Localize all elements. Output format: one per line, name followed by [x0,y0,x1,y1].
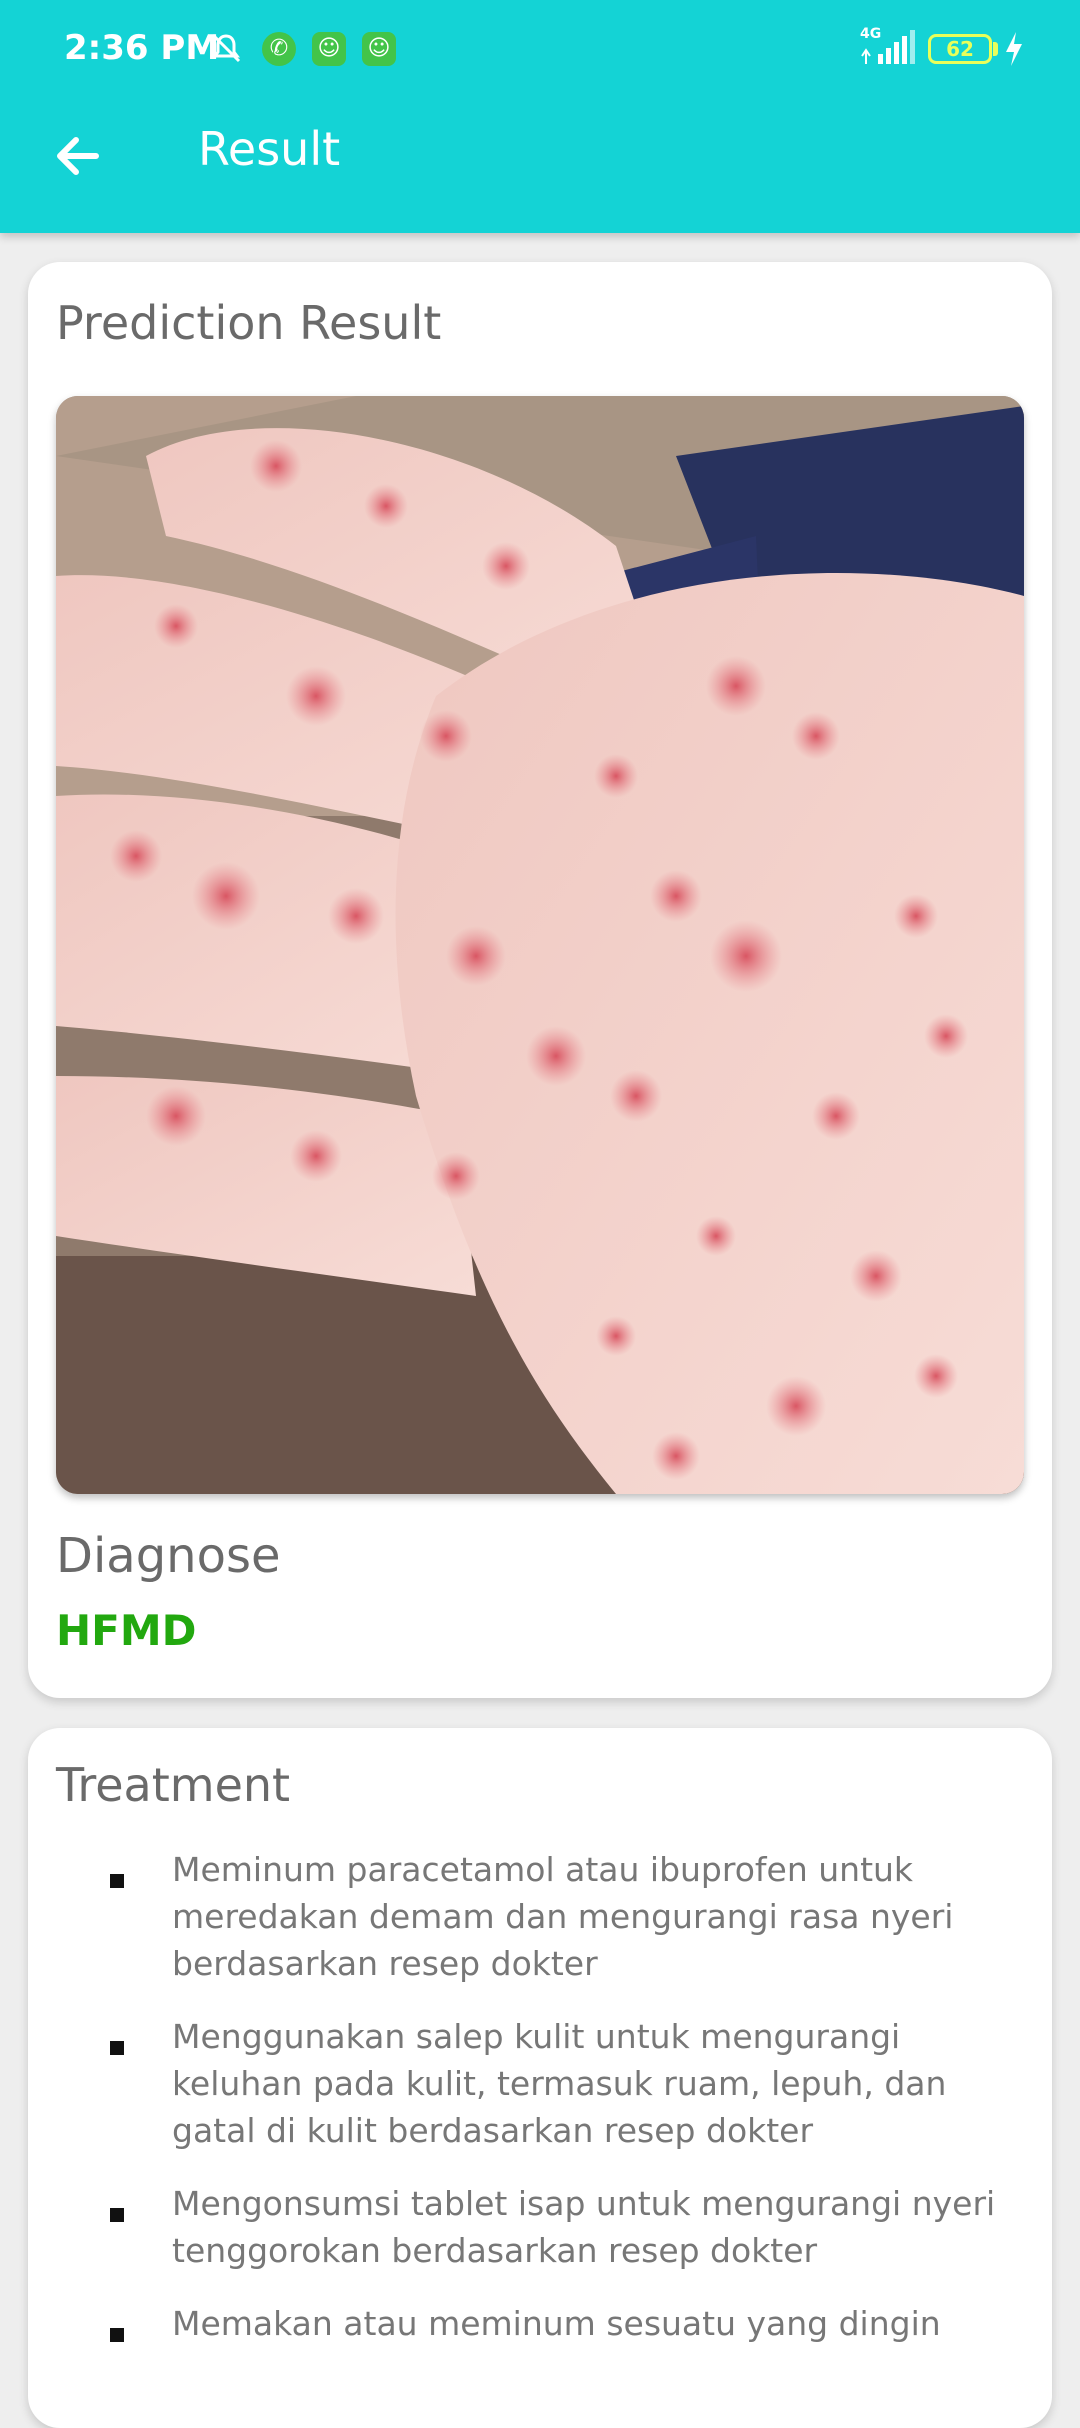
diagnose-label: Diagnose [56,1528,281,1584]
prediction-card: Prediction Result Diagnose HFMD [28,262,1052,1698]
app-bar: 2:36 PM ✆ ☺ ☺ 4G 62 Result [0,0,1080,233]
treatment-text: Meminum paracetamol atau ibuprofen untuk… [172,1850,954,1983]
treatment-title: Treatment [56,1758,291,1812]
treatment-text: Menggunakan salep kulit untuk mengurangi… [172,2017,947,2150]
treatment-list: Meminum paracetamol atau ibuprofen untuk… [28,1846,1052,2373]
prediction-title: Prediction Result [56,296,442,350]
signal-icon [861,30,915,64]
bullet-icon [110,1874,124,1888]
mute-icon [211,33,241,63]
treatment-card: Treatment Meminum paracetamol atau ibupr… [28,1728,1052,2428]
list-item: Meminum paracetamol atau ibuprofen untuk… [28,1846,1052,1987]
status-bar: 2:36 PM ✆ ☺ ☺ 4G 62 [0,0,1080,100]
charging-icon [1006,32,1022,66]
battery-tip [993,42,998,56]
bullet-icon [110,2041,124,2055]
bullet-icon [110,2208,124,2222]
battery-level: 62 [946,37,974,61]
whatsapp-icon: ✆ [262,32,296,66]
app-icon: ☺ [362,32,396,66]
list-item: Mengonsumsi tablet isap untuk mengurangi… [28,2180,1052,2274]
page-title: Result [198,122,341,176]
app-icon: ☺ [312,32,346,66]
hand-photo [56,396,1024,1494]
battery-icon: 62 [928,34,992,64]
diagnose-value: HFMD [56,1606,197,1655]
list-item: Menggunakan salep kulit untuk mengurangi… [28,2013,1052,2154]
status-time: 2:36 PM [64,28,220,68]
treatment-text: Mengonsumsi tablet isap untuk mengurangi… [172,2184,996,2270]
arrow-left-icon[interactable] [50,128,106,184]
